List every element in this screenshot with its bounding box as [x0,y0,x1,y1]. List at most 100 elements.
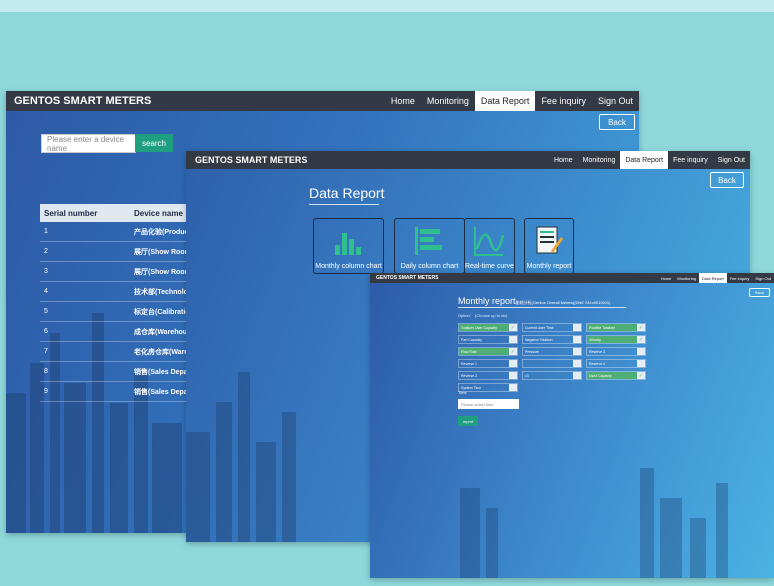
nav-data-report[interactable]: Data Report [474,91,536,111]
brand-title: GENTOS SMART METERS [14,95,152,107]
option-checkbox[interactable]: System Time [458,383,518,392]
option-checkbox[interactable]: Flow Rate ✓ [458,347,518,356]
title-underline [309,204,379,205]
option-label-text: Reserve 3 [589,349,605,354]
tile-label: Monthly column chart [315,263,382,270]
option-checkbox[interactable]: Pressure [522,347,582,356]
tile-monthly-column-chart[interactable]: Monthly column chart [313,218,384,274]
checkbox-box [637,348,645,355]
checkbox-box [573,372,581,379]
option-label-text: Flow Rate [459,348,509,355]
option-label-text [523,360,573,367]
option-label: Option： (Choose up to six) [458,313,508,318]
checkbox-box [573,348,581,355]
header-serial: Serial number [44,208,98,218]
nav-monitoring[interactable]: Monitoring [674,273,699,283]
nav-monitoring[interactable]: Monitoring [421,91,475,111]
nav-menu: Home Monitoring Data Report Fee inquiry … [658,273,774,283]
brand-title: GENTOS SMART METERS [376,275,439,281]
serial-cell: 7 [44,348,48,355]
top-strip [0,0,774,12]
option-checkbox[interactable]: Positive Totalizer ✓ [586,323,646,332]
check-icon: ✓ [509,348,517,355]
city-skyline-image [460,468,728,578]
serial-cell: 5 [44,308,48,315]
back-button[interactable]: Back [710,172,744,188]
tile-real-time-curve[interactable]: Real-time curve [464,218,515,274]
title-device: 能耗分析(Gentos Overall Meters)(DNE SN:v0010… [515,300,611,305]
tile-daily-column-chart[interactable]: Daily column chart [394,218,465,274]
option-checkbox[interactable]: Reserve 4 [586,359,646,368]
nav-sign-out[interactable]: Sign Out [752,273,774,283]
nav-monitoring[interactable]: Monitoring [578,151,621,169]
serial-cell: 3 [44,268,48,275]
tile-label: Monthly report [526,263,572,270]
option-checkbox[interactable]: Reverse 2 [458,371,518,380]
checkbox-box [509,384,517,391]
option-label-text: Reserve 4 [589,361,605,366]
option-label-text: Positive Totalizer [587,324,637,331]
option-checkbox[interactable]: Negative Totalizer [522,335,582,344]
option-checkbox[interactable]: Velocity ✓ [586,335,646,344]
navbar: GENTOS SMART METERS Home Monitoring Data… [6,91,639,111]
nav-menu: Home Monitoring Data Report Fee inquiry … [549,151,750,169]
option-label-text: Current User Time [525,325,554,330]
option-label-text: Used Capacity [587,372,637,379]
option-checkbox[interactable]: Used Capacity ✓ [586,371,646,380]
time-label: Time [458,390,467,395]
search-button[interactable]: search [135,134,173,152]
nav-sign-out[interactable]: Sign Out [592,91,639,111]
navbar: GENTOS SMART METERS Home Monitoring Data… [370,273,774,283]
nav-home[interactable]: Home [549,151,578,169]
serial-cell: 1 [44,228,48,235]
option-label-text: c3 [525,373,529,378]
nav-data-report[interactable]: Data Report [699,273,727,283]
option-checkbox[interactable]: Current User Time [522,323,582,332]
nav-sign-out[interactable]: Sign Out [713,151,750,169]
nav-home[interactable]: Home [385,91,421,111]
option-label-text: Reverse 1 [461,361,477,366]
nav-fee-inquiry[interactable]: Fee inquiry [668,151,713,169]
report-button[interactable]: report [458,416,478,426]
time-input[interactable]: Please select time [458,399,519,409]
checkbox-box [573,324,581,331]
option-checkbox[interactable]: Totalizer User Capacity ✓ [458,323,518,332]
serial-cell: 4 [44,288,48,295]
checkbox-box [573,360,581,367]
checkbox-box [509,336,517,343]
serial-cell: 8 [44,368,48,375]
device-search-input[interactable]: Please enter a device name [41,134,136,153]
brand-title: GENTOS SMART METERS [195,155,308,165]
horizontal-bar-chart-icon [415,227,442,255]
option-label-text: Totalizer User Capacity [459,324,509,331]
nav-data-report[interactable]: Data Report [620,151,669,169]
line-curve-icon [474,227,505,256]
check-icon: ✓ [637,372,645,379]
navbar: GENTOS SMART METERS Home Monitoring Data… [186,151,750,169]
monthly-report-window: GENTOS SMART METERS Home Monitoring Data… [370,273,774,578]
serial-cell: 2 [44,248,48,255]
checkbox-box [637,360,645,367]
nav-fee-inquiry[interactable]: Fee inquiry [535,91,592,111]
tile-monthly-report[interactable]: Monthly report [524,218,574,274]
back-button[interactable]: Back [749,288,770,297]
check-icon: ✓ [637,324,645,331]
option-label-text: Part Capacity [461,337,483,342]
title-underline [458,307,626,308]
checkbox-box [573,336,581,343]
back-button[interactable]: Back [599,114,635,130]
nav-home[interactable]: Home [658,273,675,283]
option-column-3: Positive Totalizer ✓ Velocity ✓ Reserve 3 … [586,323,646,383]
check-icon: ✓ [509,324,517,331]
option-checkbox[interactable]: Part Capacity [458,335,518,344]
nav-fee-inquiry[interactable]: Fee inquiry [727,273,753,283]
title-main: Monthly report [458,296,516,306]
option-column-1: Totalizer User Capacity ✓ Part Capacity F… [458,323,518,395]
option-checkbox[interactable]: Reverse 1 [458,359,518,368]
option-checkbox[interactable] [522,359,582,368]
tile-label: Real-time curve [464,263,514,270]
option-checkbox[interactable]: Reserve 3 [586,347,646,356]
checkbox-box [509,360,517,367]
option-checkbox[interactable]: c3 [522,371,582,380]
option-column-2: Current User Time Negative Totalizer Pre… [522,323,582,383]
